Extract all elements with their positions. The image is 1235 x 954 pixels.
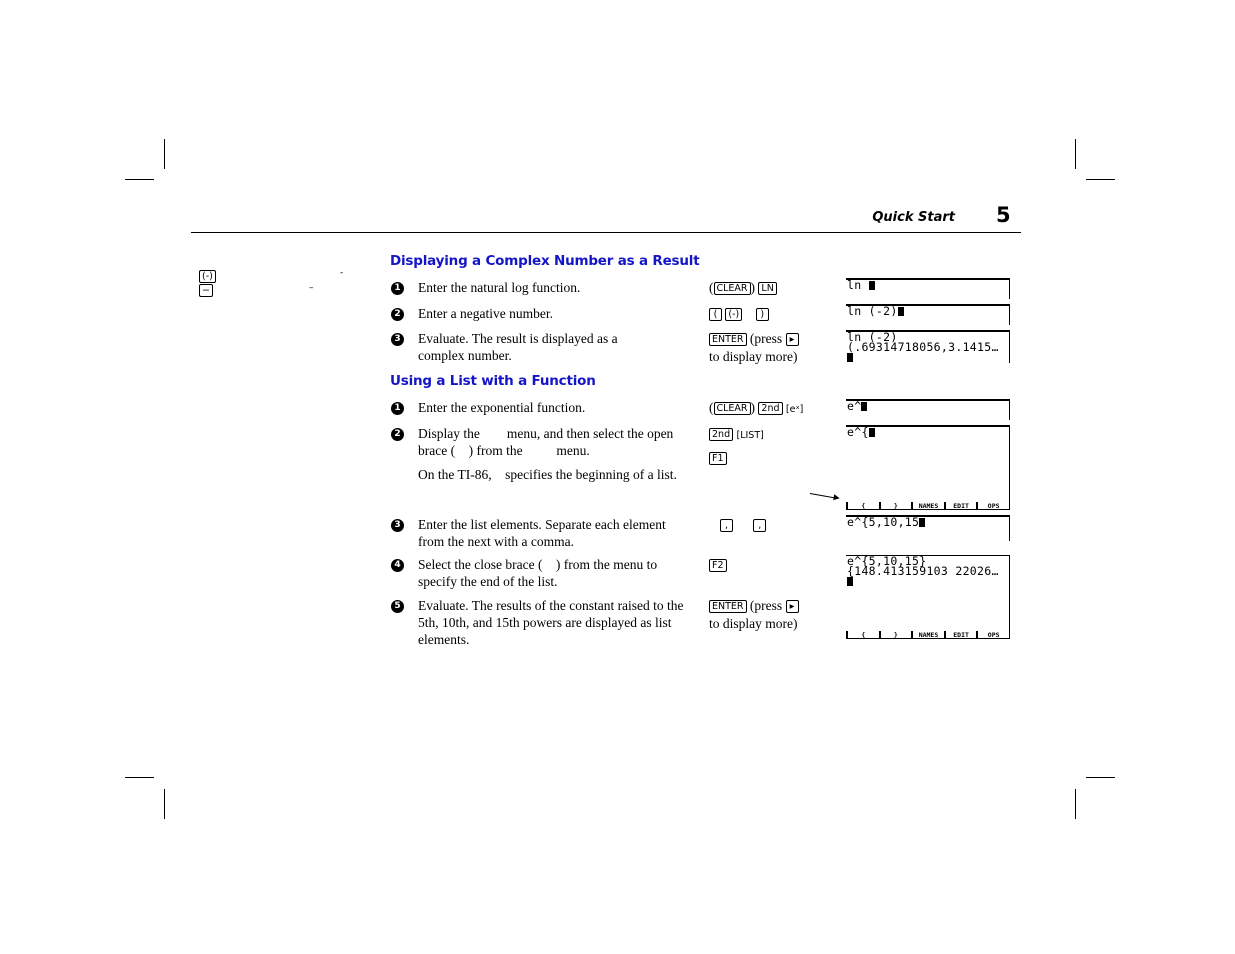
negation-symbol: -: [340, 268, 344, 278]
screen-line: e^: [847, 399, 862, 413]
step-text: Enter a negative number.: [418, 306, 553, 321]
step-text: Display the menu, and then select the op…: [418, 426, 677, 458]
crop-mark-bottom-right-vertical: [1075, 789, 1076, 819]
menu-item-edit[interactable]: EDIT: [943, 631, 977, 639]
negation-key: (-): [199, 270, 216, 283]
enter-key: ENTER: [709, 333, 747, 346]
close-paren-key: ): [755, 308, 769, 321]
cursor-icon: [868, 428, 875, 437]
cursor-icon: [847, 577, 853, 586]
keystrokes: (CLEAR) 2nd [eˣ]: [709, 400, 804, 415]
keystrokes: 2nd [LIST]: [709, 425, 764, 445]
step-text: Select the close brace ( ) from the menu…: [418, 557, 661, 589]
calculator-screen: e^: [846, 399, 1010, 420]
cursor-icon: [861, 402, 868, 411]
section-title-complex-number: Displaying a Complex Number as a Result: [390, 253, 700, 269]
running-head: Quick Start: [872, 210, 955, 225]
step-number: 2: [391, 308, 404, 321]
keystrokes: ENTER (press ▸ to display more): [709, 331, 799, 364]
step-number: 1: [391, 282, 404, 295]
crop-mark-top-left-vertical: [164, 139, 165, 169]
screen-line: (.69314718056,3.1415…: [847, 340, 999, 354]
calculator-screen: ln (-2): [846, 304, 1010, 325]
keystrokes: , ,: [720, 516, 767, 534]
step-number: 5: [391, 600, 404, 613]
cursor-icon: [897, 307, 904, 316]
open-paren-key: (: [709, 308, 722, 321]
enter-key: ENTER: [709, 600, 747, 613]
cursor-icon: [919, 518, 926, 527]
keystrokes: ENTER (press ▸ to display more): [709, 598, 799, 631]
pointer-arrow-icon: [809, 493, 838, 499]
subtract-key: −: [199, 284, 213, 297]
header-rule: [191, 232, 1021, 233]
list-menu-bar: { } NAMES EDIT OPS: [846, 502, 1009, 510]
crop-mark-bottom-right-horizontal: [1086, 777, 1115, 778]
clear-key: CLEAR: [713, 282, 751, 295]
menu-item-close-brace[interactable]: }: [878, 631, 912, 639]
step-number: 3: [391, 333, 404, 346]
menu-item-edit[interactable]: EDIT: [943, 502, 977, 510]
calculator-screen: e^{ { } NAMES EDIT OPS: [846, 425, 1010, 510]
right-arrow-key: ▸: [785, 600, 799, 613]
calculator-screen: ln: [846, 278, 1010, 299]
step-number: 2: [391, 428, 404, 441]
second-key: 2nd: [758, 402, 783, 415]
negation-key: (-): [725, 308, 743, 321]
screen-line: e^{5,10,15: [847, 515, 920, 529]
crop-mark-bottom-left-horizontal: [125, 777, 154, 778]
step-text: Enter the list elements. Separate each e…: [418, 517, 666, 549]
keystrokes: F1: [709, 449, 727, 467]
keystrokes: ( (-) ): [709, 305, 769, 323]
clear-key: CLEAR: [713, 402, 751, 415]
cursor-icon: [847, 353, 853, 362]
menu-item-ops[interactable]: OPS: [976, 502, 1009, 510]
step-text: Enter the exponential function.: [418, 400, 586, 415]
menu-item-names[interactable]: NAMES: [911, 631, 944, 639]
page-number: 5: [996, 203, 1011, 227]
step-number: 3: [391, 519, 404, 532]
keystrokes: (CLEAR) LN: [709, 279, 777, 297]
comma-key: ,: [720, 519, 733, 532]
screen-line: e^{: [847, 425, 869, 439]
crop-mark-top-right-horizontal: [1086, 179, 1115, 180]
right-arrow-key: ▸: [785, 333, 799, 346]
menu-item-open-brace[interactable]: {: [846, 502, 879, 510]
second-key: 2nd: [709, 428, 734, 441]
crop-mark-top-right-vertical: [1075, 139, 1076, 169]
subtraction-symbol: –: [309, 283, 314, 293]
cursor-icon: [868, 281, 875, 290]
comma-key: ,: [753, 519, 767, 532]
screen-line: ln (-2): [847, 304, 898, 318]
step-text: Evaluate. The results of the constant ra…: [418, 598, 684, 647]
menu-item-ops[interactable]: OPS: [976, 631, 1009, 639]
calculator-screen: e^{5,10,15} {148.413159103 22026… { } NA…: [846, 555, 1010, 639]
menu-item-close-brace[interactable]: }: [878, 502, 912, 510]
menu-item-names[interactable]: NAMES: [911, 502, 944, 510]
step-number: 4: [391, 559, 404, 572]
screen-line: {148.413159103 22026…: [847, 564, 999, 578]
list-menu-bar: { } NAMES EDIT OPS: [846, 631, 1009, 639]
ln-key: LN: [758, 282, 777, 295]
calculator-screen: e^{5,10,15: [846, 515, 1010, 541]
exp-key: [eˣ]: [785, 404, 804, 415]
screen-line: ln: [847, 278, 869, 292]
menu-item-open-brace[interactable]: {: [846, 631, 879, 639]
keystrokes: F2: [709, 556, 727, 574]
step-note: On the TI-86, specifies the beginning of…: [418, 467, 677, 482]
crop-mark-top-left-horizontal: [125, 179, 154, 180]
section-title-list-function: Using a List with a Function: [390, 373, 596, 389]
step-text: Enter the natural log function.: [418, 280, 581, 295]
f2-key: F2: [709, 559, 727, 572]
step-text: Evaluate. The result is displayed as a c…: [418, 331, 618, 363]
step-number: 1: [391, 402, 404, 415]
crop-mark-bottom-left-vertical: [164, 789, 165, 819]
list-key: [LIST]: [736, 430, 764, 441]
f1-key: F1: [709, 452, 727, 465]
calculator-screen: ln (-2) (.69314718056,3.1415…: [846, 330, 1010, 363]
